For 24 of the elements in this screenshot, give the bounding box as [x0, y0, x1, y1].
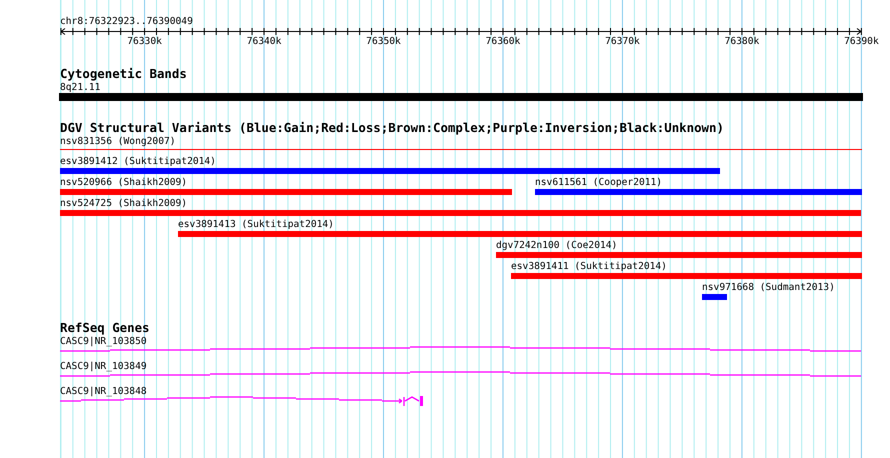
tick-label: 76330k [127, 36, 162, 47]
location-label: chr8:76322923..76390049 [60, 16, 193, 27]
tick-label: 76360k [486, 36, 520, 47]
gene-label: CASC9|NR_103848 [60, 386, 147, 397]
track-title: Cytogenetic Bands [60, 66, 187, 81]
variant-label: nsv831356 (Wong2007) [60, 136, 176, 147]
tick-label: 76390k [844, 36, 879, 47]
variant-label: nsv520966 (Shaikh2009) [60, 177, 188, 188]
variant-label: esv3891412 (Suktitipat2014) [60, 156, 216, 167]
tick-label: 76380k [724, 36, 760, 47]
track-title: RefSeq Genes [60, 320, 150, 335]
variant-label: dgv7242n100 (Coe2014) [496, 240, 618, 251]
variant-label: esv3891413 (Suktitipat2014) [178, 219, 334, 230]
tick-label: 76350k [366, 36, 401, 47]
variant-label: nsv524725 (Shaikh2009) [60, 198, 188, 209]
tick-label: 76340k [246, 36, 282, 47]
track-title: DGV Structural Variants (Blue:Gain;Red:Loss;Brown:Complex;Purple:Inversion;Black:Unknown) [60, 120, 724, 135]
variant-label: nsv611561 (Cooper2011) [535, 177, 662, 188]
variant-label: esv3891411 (Suktitipat2014) [511, 261, 667, 272]
band-label: 8q21.11 [60, 82, 100, 93]
gene-label: CASC9|NR_103850 [60, 336, 147, 347]
variant-label: nsv971668 (Sudmant2013) [702, 282, 835, 293]
tick-label: 76370k [605, 36, 640, 47]
gene-label: CASC9|NR_103849 [60, 361, 147, 372]
